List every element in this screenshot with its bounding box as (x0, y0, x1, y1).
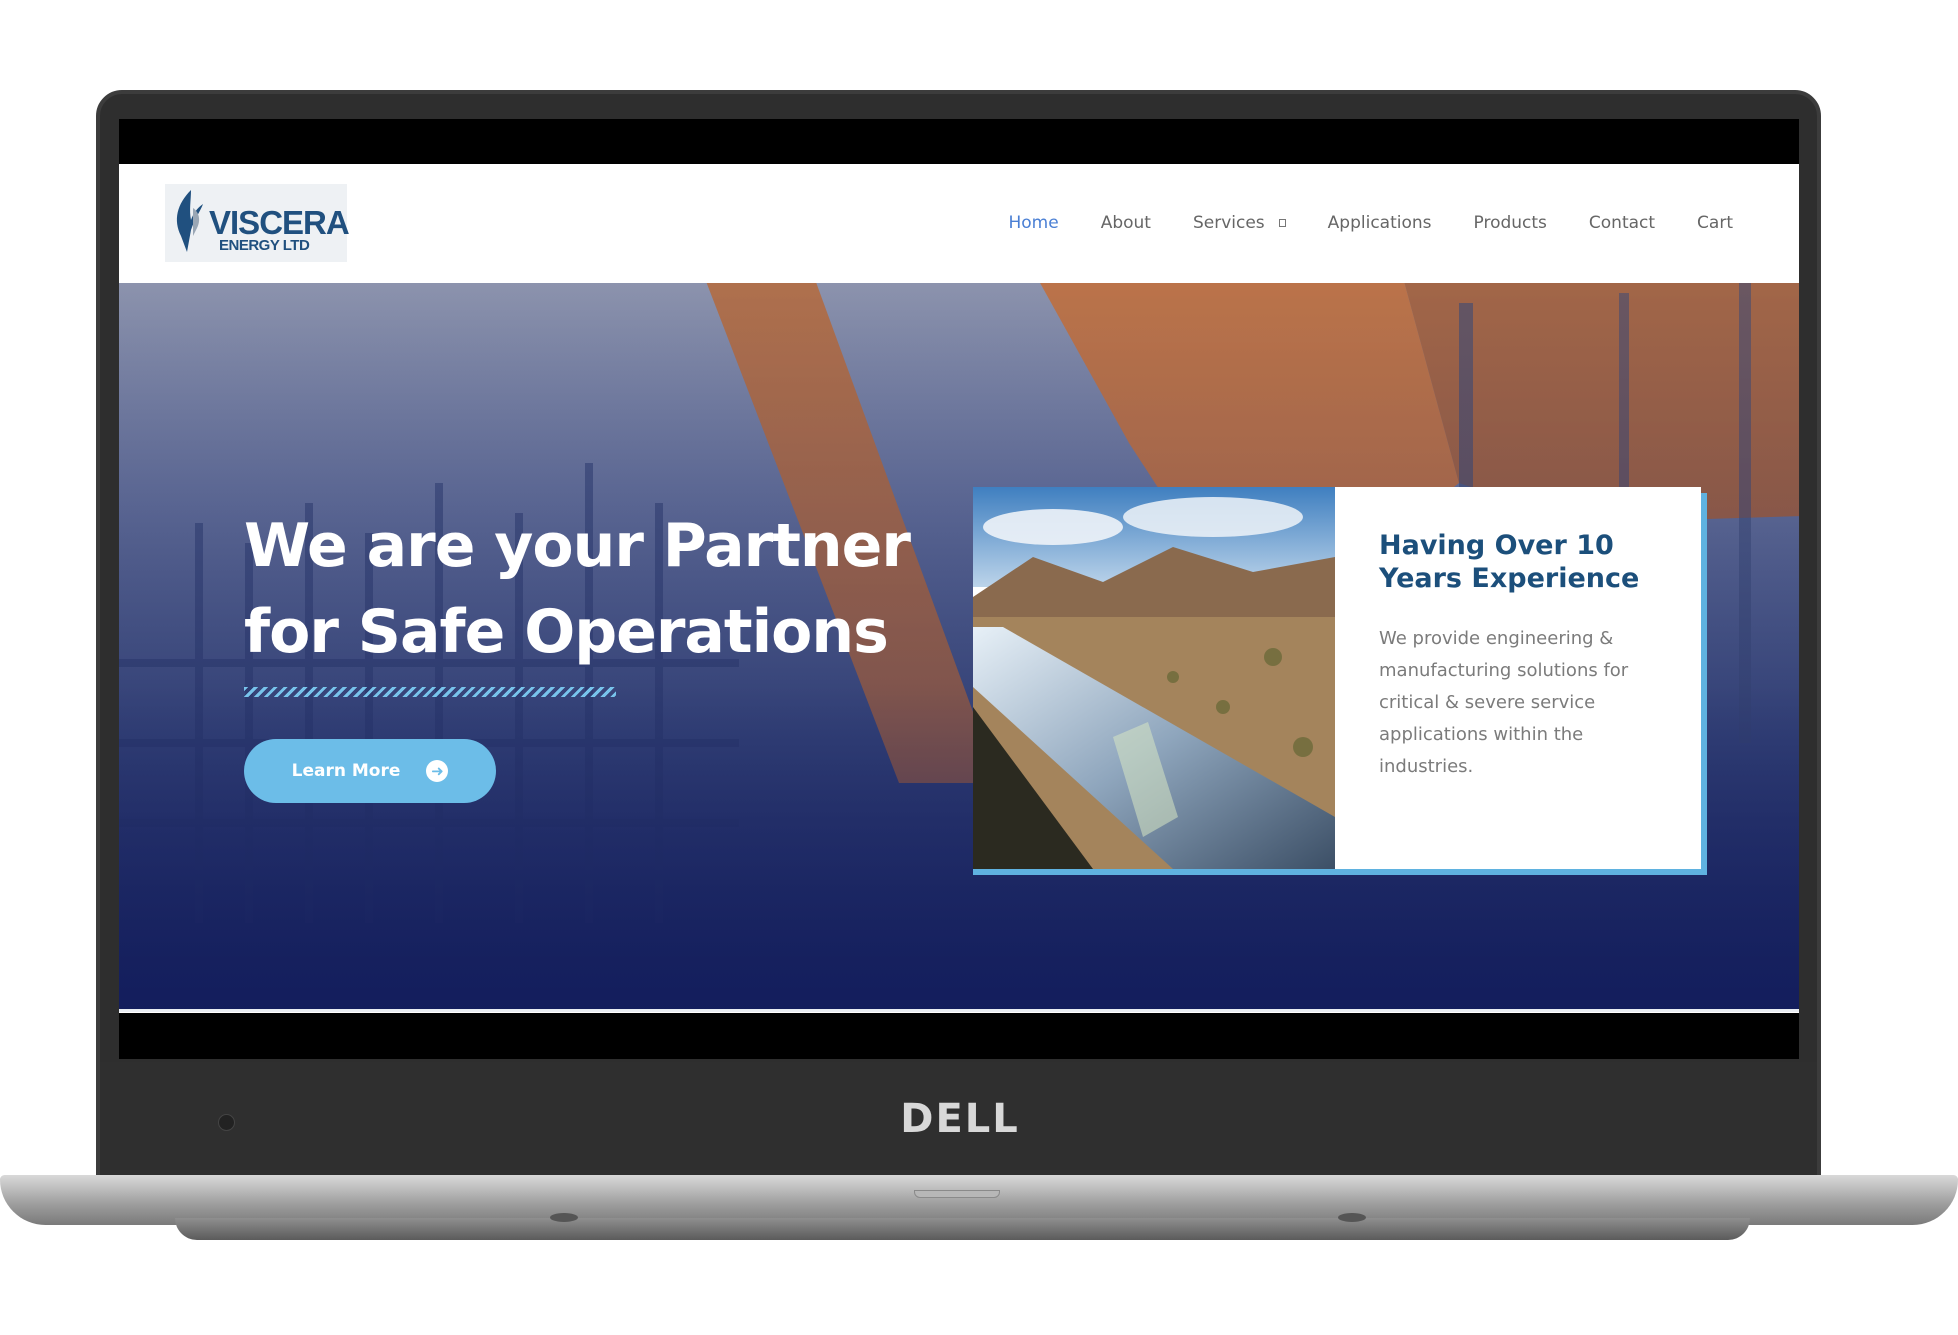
logo-subtitle: ENERGY LTD (219, 237, 310, 254)
nav-services-label: Services (1192, 213, 1265, 233)
nav-products[interactable]: Products (1474, 208, 1547, 238)
main-nav: Home About Services Applications Product… (967, 208, 1734, 238)
logo-name: VISCERA (209, 204, 350, 241)
nav-applications[interactable]: Applications (1328, 208, 1432, 238)
site-logo[interactable]: VISCERA ENERGY LTD (165, 184, 350, 262)
laptop-foot (550, 1213, 578, 1222)
nav-services[interactable]: Services (1193, 208, 1286, 238)
dropdown-icon (1278, 219, 1286, 227)
nav-contact[interactable]: Contact (1589, 208, 1655, 238)
learn-more-label: Learn More (291, 761, 401, 781)
nav-applications-label: Applications (1327, 213, 1432, 233)
hero-title-line2: for Safe Operations (244, 597, 889, 667)
website: VISCERA ENERGY LTD Home About Services A… (119, 164, 1799, 1013)
camera-icon (218, 1114, 235, 1131)
pipeline-image (973, 487, 1335, 869)
laptop-foot (1338, 1213, 1366, 1222)
nav-home[interactable]: Home (1009, 208, 1059, 238)
nav-cart-label: Cart (1697, 213, 1733, 233)
learn-more-button[interactable]: Learn More ➜ (244, 739, 496, 803)
feature-title-line2: Years Experience (1379, 563, 1640, 594)
nav-products-label: Products (1473, 213, 1547, 233)
laptop-brand-logo: DELL (900, 1096, 1020, 1142)
feature-title-line1: Having Over 10 (1379, 530, 1614, 561)
flame-icon (176, 190, 203, 252)
nav-home-label: Home (1008, 213, 1059, 233)
hero-title-line1: We are your Partner (244, 511, 911, 581)
feature-title: Having Over 10 Years Experience (1379, 529, 1679, 595)
hero-title: We are your Partner for Safe Operations (244, 503, 964, 675)
nav-cart[interactable]: Cart (1697, 208, 1733, 238)
section-divider (119, 1009, 1799, 1012)
feature-description: We provide engineering & manufacturing s… (1379, 628, 1629, 777)
hero-divider (244, 687, 616, 697)
hero-section: We are your Partner for Safe Operations … (119, 283, 1799, 1009)
arrow-right-circle-icon: ➜ (426, 760, 449, 782)
laptop-hinge-notch (914, 1190, 1000, 1198)
nav-about[interactable]: About (1101, 208, 1151, 238)
laptop-base-lip (175, 1218, 1750, 1240)
site-header: VISCERA ENERGY LTD Home About Services A… (119, 164, 1799, 283)
feature-card: Having Over 10 Years Experience We provi… (973, 487, 1701, 869)
nav-contact-label: Contact (1588, 213, 1656, 233)
nav-about-label: About (1100, 213, 1151, 233)
